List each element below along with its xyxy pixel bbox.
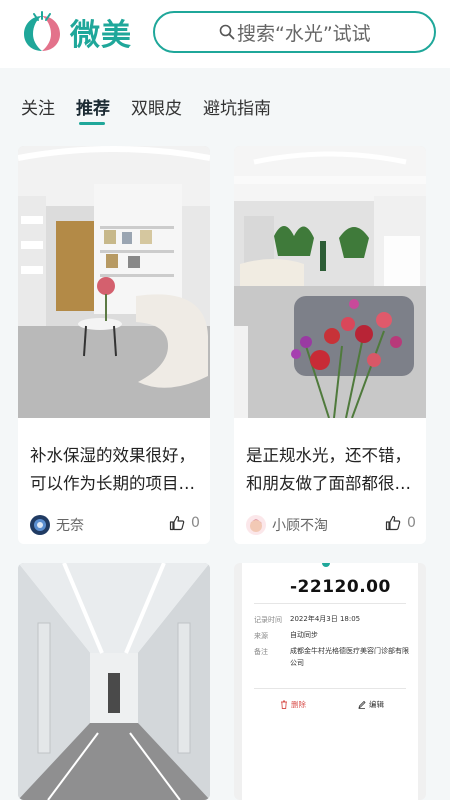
post-title[interactable]: 补水保湿的效果很好， 可以作为长期的项目…	[30, 442, 200, 498]
tab-pitfall-guide[interactable]: 避坑指南	[203, 94, 271, 119]
receipt-time-label: 记录时间	[254, 616, 282, 624]
thumbs-up-icon	[385, 515, 401, 531]
post-title-line: 可以作为长期的项目…	[30, 474, 195, 493]
post-title[interactable]: 是正规水光，还不错， 和朋友做了面部都很…	[246, 442, 416, 498]
search-icon	[219, 24, 235, 40]
post-title-line: 补水保湿的效果很好，	[30, 446, 195, 465]
trash-icon	[281, 700, 287, 709]
post-author[interactable]: 小顾不淘	[246, 515, 328, 535]
tab-double-eyelid[interactable]: 双眼皮	[131, 94, 182, 119]
tab-recommend[interactable]: 推荐	[76, 94, 110, 119]
receipt-time-value: 2022年4月3日 18:05	[290, 615, 361, 623]
brand-name: 微美	[70, 18, 132, 53]
delete-label: 删除	[291, 700, 306, 709]
edit-label: 编辑	[369, 700, 384, 709]
status-dot	[322, 563, 330, 567]
receipt-source-value: 自动同步	[290, 631, 318, 639]
receipt-amount: -22120.00	[290, 577, 391, 597]
post-card[interactable]: 是正规水光，还不错， 和朋友做了面部都很… 小顾不淘 0	[234, 146, 426, 544]
tab-follow[interactable]: 关注	[21, 94, 55, 119]
avatar	[30, 515, 50, 535]
receipt-source-label: 来源	[254, 632, 268, 640]
search-placeholder: 搜索“水光”试试	[237, 22, 371, 45]
receipt-edit-button: 编辑	[358, 699, 384, 710]
thumbs-up-icon	[169, 515, 185, 531]
post-card[interactable]	[18, 563, 210, 800]
post-image[interactable]	[234, 146, 426, 418]
category-tabs: 关注 推荐 双眼皮 避坑指南	[0, 68, 450, 138]
author-name: 小顾不淘	[272, 518, 328, 534]
post-title-line: 和朋友做了面部都很…	[246, 474, 411, 493]
like-count: 0	[191, 515, 200, 531]
divider	[254, 688, 406, 689]
like-count: 0	[407, 515, 416, 531]
edit-icon	[358, 700, 366, 709]
search-bar[interactable]: 搜索“水光”试试	[153, 11, 436, 53]
clinic-lounge-photo	[18, 146, 210, 418]
brand-logo: 微美	[20, 10, 132, 54]
post-image[interactable]	[18, 146, 210, 418]
receipt-note-value: 成都金牛村光格德医疗美容门诊部有限公司	[290, 647, 409, 667]
clinic-corridor-photo	[18, 563, 210, 800]
logo-icon	[24, 11, 60, 51]
post-card[interactable]: 补水保湿的效果很好， 可以作为长期的项目… 无奈 0	[18, 146, 210, 544]
app-header: 微美 搜索“水光”试试	[0, 0, 450, 68]
divider	[254, 603, 406, 604]
receipt-note-label: 备注	[254, 648, 268, 656]
like-button[interactable]: 0	[169, 515, 200, 531]
post-image[interactable]	[18, 563, 210, 800]
avatar	[246, 515, 266, 535]
author-name: 无奈	[56, 518, 84, 534]
like-button[interactable]: 0	[385, 515, 416, 531]
clinic-flowers-photo	[234, 146, 426, 418]
post-card[interactable]: -22120.00 记录时间 2022年4月3日 18:05 来源 自动同步 备…	[234, 563, 426, 800]
post-title-line: 是正规水光，还不错，	[246, 446, 411, 465]
post-author[interactable]: 无奈	[30, 515, 84, 535]
receipt-delete-button: 删除	[280, 699, 306, 710]
active-tab-indicator	[79, 122, 105, 125]
payment-receipt-screenshot: -22120.00 记录时间 2022年4月3日 18:05 来源 自动同步 备…	[242, 563, 418, 800]
